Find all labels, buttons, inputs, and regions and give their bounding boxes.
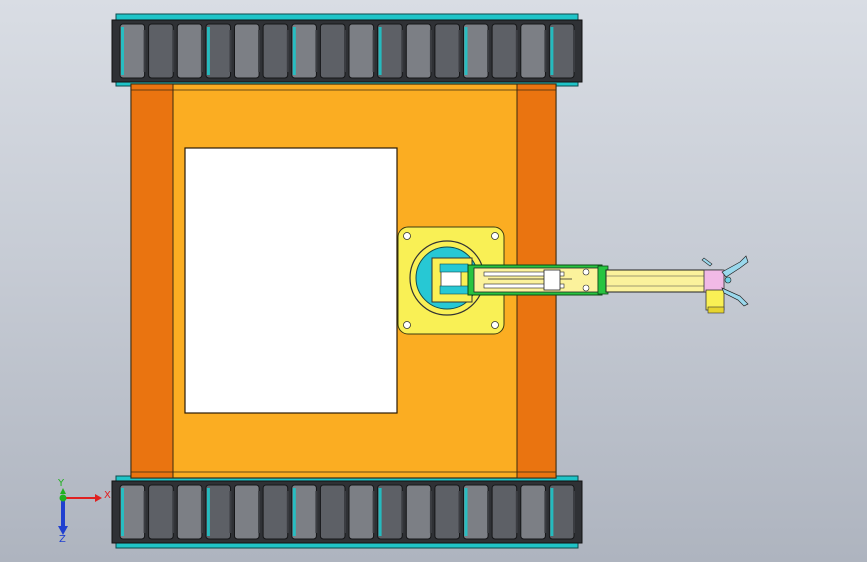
cad-viewport[interactable]: X Z Y xyxy=(0,0,867,562)
track-guide-tooth xyxy=(121,27,124,75)
top-track[interactable] xyxy=(111,13,583,87)
gripper-linkage xyxy=(701,257,713,267)
chassis-top-panel[interactable] xyxy=(184,147,398,414)
track-pin xyxy=(229,30,232,72)
mount-bolt-icon xyxy=(403,232,411,240)
chassis-left-side-plate xyxy=(130,83,174,479)
wrist-block xyxy=(703,269,725,293)
track-guide-tooth xyxy=(550,488,554,536)
track-pin xyxy=(515,30,518,72)
track-pin xyxy=(172,491,175,533)
track-pin xyxy=(143,30,146,72)
gripper-finger-upper xyxy=(721,255,749,278)
track-pin xyxy=(143,491,146,533)
mount-bolt-icon xyxy=(491,321,499,329)
gripper[interactable] xyxy=(701,255,749,314)
track-guide-tooth xyxy=(550,27,554,75)
track-pin xyxy=(573,30,575,72)
track-pin xyxy=(372,491,375,533)
track-pin xyxy=(429,491,432,533)
track-guide-tooth xyxy=(121,488,124,536)
reference-triad: X Z Y xyxy=(57,478,111,545)
triad-y-label: Y xyxy=(57,478,65,489)
track-guide-tooth xyxy=(464,27,468,75)
elbow-block xyxy=(543,269,561,291)
bottom-track[interactable] xyxy=(111,475,583,549)
track-pin xyxy=(487,30,490,72)
track-pin xyxy=(429,30,432,72)
track-pin xyxy=(258,30,261,72)
track-pin xyxy=(544,491,547,533)
track-pin xyxy=(286,30,289,72)
robot-arm[interactable] xyxy=(467,264,723,296)
track-pin xyxy=(544,30,547,72)
track-pin xyxy=(344,491,346,533)
track-pin xyxy=(515,491,518,533)
track-pin xyxy=(487,491,490,533)
elbow-joint-icon xyxy=(582,268,590,276)
track-pin xyxy=(401,491,404,533)
mount-bolt-icon xyxy=(403,321,411,329)
track-pin xyxy=(172,30,175,72)
track-pin xyxy=(573,491,575,533)
track-pin xyxy=(401,30,404,72)
track-pin xyxy=(458,30,461,72)
wrist-servo-base xyxy=(707,306,725,314)
track-pin xyxy=(372,30,375,72)
track-pin xyxy=(315,491,318,533)
track-guide-tooth xyxy=(378,488,382,536)
track-pin xyxy=(458,491,461,533)
track-pin xyxy=(200,30,203,72)
triad-x-label: X xyxy=(104,490,111,501)
track-pin xyxy=(344,30,346,72)
triad-z-label: Z xyxy=(59,534,66,545)
shoulder-servo xyxy=(439,285,469,295)
gripper-pivot-icon xyxy=(724,276,732,284)
track-guide-tooth xyxy=(378,27,382,75)
triad-x-arrow-icon xyxy=(95,494,102,502)
track-guide-tooth xyxy=(292,488,296,536)
mount-bolt-icon xyxy=(491,232,499,240)
elbow-joint-icon xyxy=(582,284,590,292)
track-guide-tooth xyxy=(464,488,468,536)
track-guide-tooth xyxy=(206,488,210,536)
gripper-finger-lower xyxy=(721,287,749,307)
upper-arm-inner-frame xyxy=(473,267,599,293)
track-pin xyxy=(258,491,261,533)
track-pin xyxy=(200,491,203,533)
track-guide-tooth xyxy=(292,27,296,75)
triad-y-origin-icon xyxy=(59,494,67,502)
track-pin xyxy=(229,491,232,533)
track-pin xyxy=(315,30,318,72)
track-pin xyxy=(286,491,289,533)
shoulder-servo xyxy=(439,263,469,273)
track-guide-tooth xyxy=(206,27,210,75)
